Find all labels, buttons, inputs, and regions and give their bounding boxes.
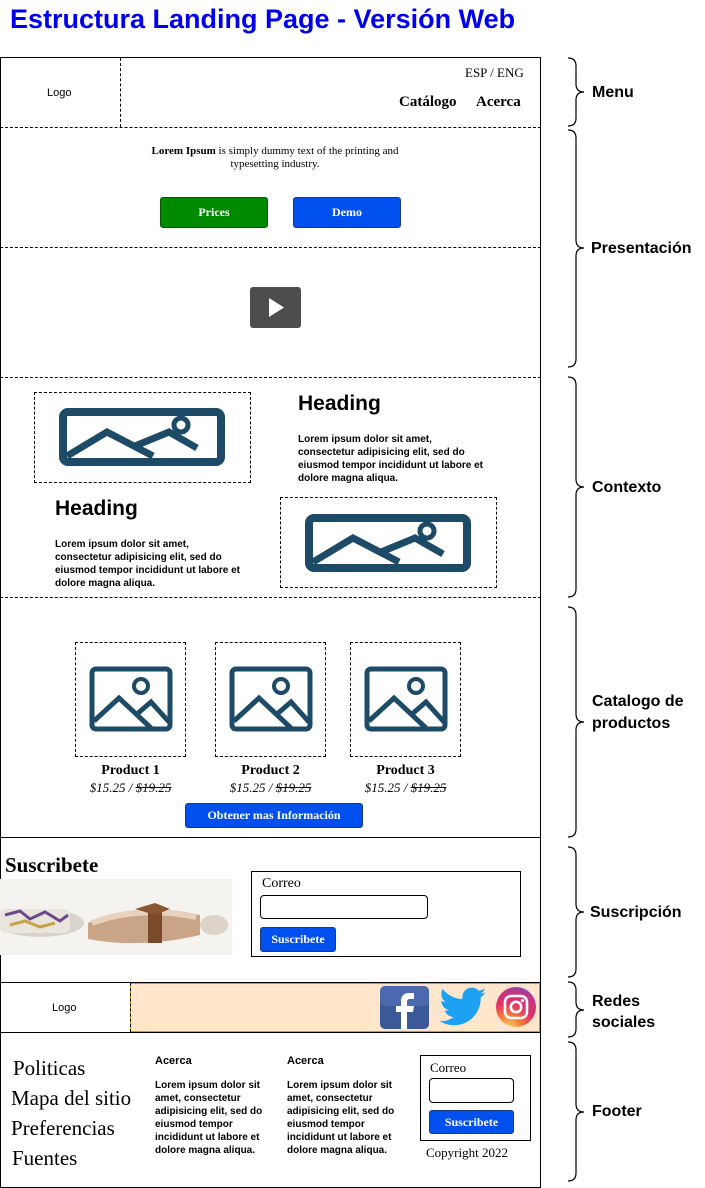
twitter-icon[interactable]	[439, 987, 487, 1027]
subscribe-email-label: Correo	[262, 876, 301, 891]
section-label-catalog: Catalogo de productos	[592, 693, 684, 732]
footer-link-mapa[interactable]: Mapa del sitio	[11, 1086, 131, 1111]
footer-logo[interactable]: Logo	[52, 1002, 76, 1014]
footer-col1-text: Lorem ipsum dolor sit amet, consectetur …	[155, 1080, 263, 1156]
demo-button[interactable]: Demo	[293, 197, 401, 228]
product-image-1[interactable]	[75, 642, 186, 757]
price-current: $15.25	[229, 780, 266, 795]
footer-col1-title: Acerca	[155, 1055, 192, 1067]
subscribe-button[interactable]: Suscribete	[260, 927, 336, 952]
footer-col2-text: Lorem ipsum dolor sit amet, consectetur …	[287, 1080, 395, 1156]
diagram-title: Estructura Landing Page - Versión Web	[10, 4, 516, 34]
product-price-1: $15.25 / $19.25	[65, 780, 196, 796]
copyright: Copyright 2022	[426, 1145, 508, 1160]
nav-link-catalogo[interactable]: Catálogo	[399, 94, 457, 111]
footer-link-politicas[interactable]: Politicas	[13, 1056, 85, 1081]
footer-subscribe-button[interactable]: Suscribete	[429, 1110, 514, 1134]
divider-context	[0, 597, 541, 598]
product-name-1[interactable]: Product 1	[65, 763, 196, 779]
context-heading-1: Heading	[298, 392, 381, 415]
context-text-1: Lorem ipsum dolor sit amet, consectetur …	[298, 434, 484, 484]
image-icon	[364, 666, 448, 732]
subscribe-photo	[0, 879, 232, 955]
context-image-1	[34, 392, 251, 483]
info-button[interactable]: Obtener mas Información	[185, 803, 363, 828]
section-label-footer: Footer	[592, 1103, 642, 1120]
footer-link-fuentes[interactable]: Fuentes	[12, 1146, 77, 1171]
presentation-text-rest: is simply dummy text of the printing and…	[215, 145, 399, 170]
subscribe-email-input[interactable]	[260, 895, 428, 919]
price-sep: /	[265, 780, 276, 795]
product-image-3[interactable]	[350, 642, 461, 757]
section-braces	[567, 57, 585, 1182]
nav-link-acerca[interactable]: Acerca	[476, 94, 521, 111]
prices-button[interactable]: Prices	[160, 197, 268, 228]
image-icon	[229, 666, 313, 732]
footer-email-label: Correo	[430, 1060, 467, 1075]
product-name-3[interactable]: Product 3	[340, 763, 471, 779]
product-price-3: $15.25 / $19.25	[340, 780, 471, 796]
divider-menu	[0, 127, 541, 128]
image-icon	[305, 514, 471, 572]
social-logo-divider	[130, 983, 131, 1032]
instagram-icon[interactable]	[496, 987, 536, 1027]
product-price-2: $15.25 / $19.25	[205, 780, 336, 796]
section-label-presentation: Presentación	[591, 240, 692, 257]
play-icon[interactable]	[250, 287, 301, 328]
price-sep: /	[125, 780, 136, 795]
language-switch[interactable]: ESP / ENG	[465, 65, 524, 81]
presentation-text: Lorem Ipsum is simply dummy text of the …	[140, 145, 410, 171]
price-sep: /	[400, 780, 411, 795]
divider-video	[0, 377, 541, 378]
image-icon	[89, 666, 173, 732]
facebook-icon[interactable]	[380, 986, 429, 1029]
image-icon	[59, 408, 225, 466]
subscribe-title: Suscribete	[5, 853, 99, 877]
product-name-2[interactable]: Product 2	[205, 763, 336, 779]
price-old: $19.25	[410, 780, 447, 795]
section-label-context: Contexto	[592, 479, 662, 496]
footer-email-input[interactable]	[429, 1078, 514, 1103]
menu-logo[interactable]: Logo	[47, 87, 71, 99]
section-label-menu: Menu	[592, 84, 634, 101]
footer-link-preferencias[interactable]: Preferencias	[11, 1116, 115, 1141]
presentation-text-bold: Lorem Ipsum	[151, 145, 216, 157]
section-label-subscription: Suscripción	[590, 904, 682, 921]
menu-logo-divider	[120, 58, 121, 127]
context-heading-2: Heading	[55, 497, 138, 520]
divider-social	[0, 1032, 541, 1033]
context-image-2	[280, 497, 497, 588]
product-image-2[interactable]	[215, 642, 326, 757]
price-old: $19.25	[275, 780, 312, 795]
price-current: $15.25	[89, 780, 126, 795]
context-text-2: Lorem ipsum dolor sit amet, consectetur …	[55, 539, 241, 589]
price-current: $15.25	[364, 780, 401, 795]
footer-col2-title: Acerca	[287, 1055, 324, 1067]
section-label-social: Redes sociales	[592, 993, 656, 1031]
price-old: $19.25	[135, 780, 172, 795]
divider-presentation	[0, 247, 541, 248]
divider-catalog	[0, 837, 541, 838]
